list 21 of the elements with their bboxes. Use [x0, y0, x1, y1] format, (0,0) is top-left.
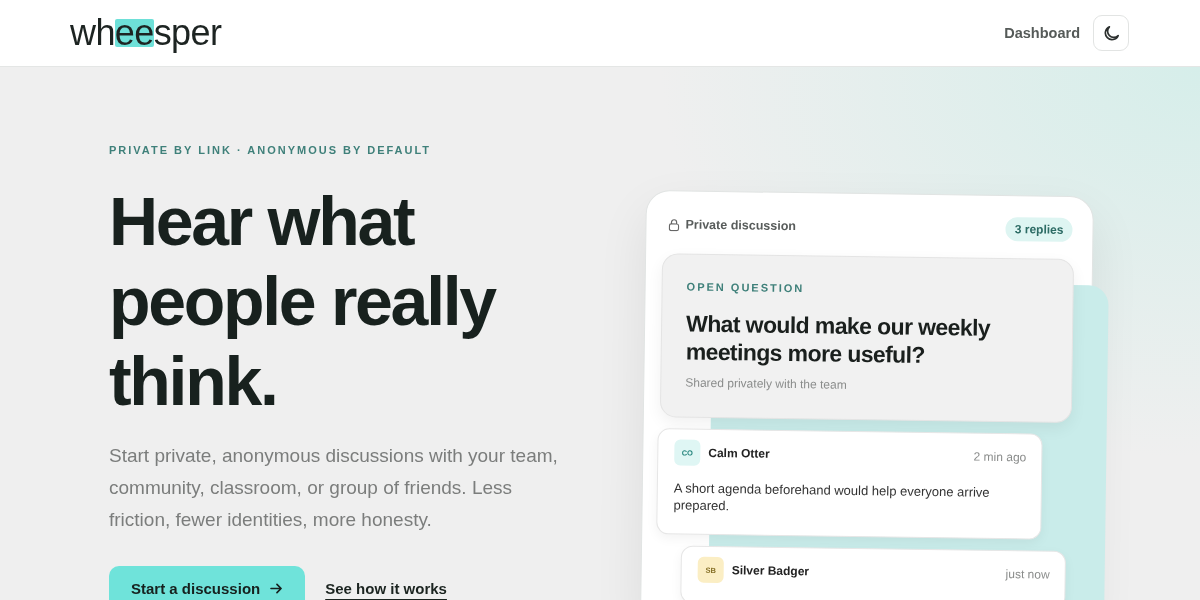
- author-name: Silver Badger: [731, 563, 810, 579]
- question-label: OPEN QUESTION: [686, 279, 806, 297]
- headline: Hear what people really think.: [109, 182, 497, 421]
- author-name: Calm Otter: [708, 445, 770, 461]
- logo[interactable]: wheesper: [70, 12, 222, 54]
- start-discussion-button[interactable]: Start a discussion: [109, 566, 306, 600]
- description: Start private, anonymous discussions with your team, community, classroom, or group of friends. Less friction, fewer identities, more honesty.: [109, 444, 559, 532]
- lock-icon: [668, 217, 680, 231]
- discussion-title: Private discussion: [685, 217, 797, 234]
- question-note: Shared privately with the team: [685, 374, 848, 394]
- eyebrow-text: PRIVATE BY LINK · ANONYMOUS BY DEFAULT: [109, 143, 433, 157]
- dashboard-link[interactable]: Dashboard: [1004, 25, 1080, 41]
- reply-time: 2 min ago: [973, 449, 1027, 465]
- arrow-icon: [270, 582, 284, 594]
- reply-count-badge: 3 replies: [1005, 217, 1073, 242]
- question-text: What would make our weekly meetings more useful?: [685, 309, 992, 370]
- theme-toggle-button[interactable]: [1093, 15, 1129, 51]
- reply-text: A short agenda beforehand would help everyone arrive prepared.: [673, 479, 991, 516]
- moon-icon: [1103, 25, 1119, 41]
- see-how-it-works-link[interactable]: See how it works: [325, 579, 447, 597]
- reply-time: just now: [1005, 567, 1050, 582]
